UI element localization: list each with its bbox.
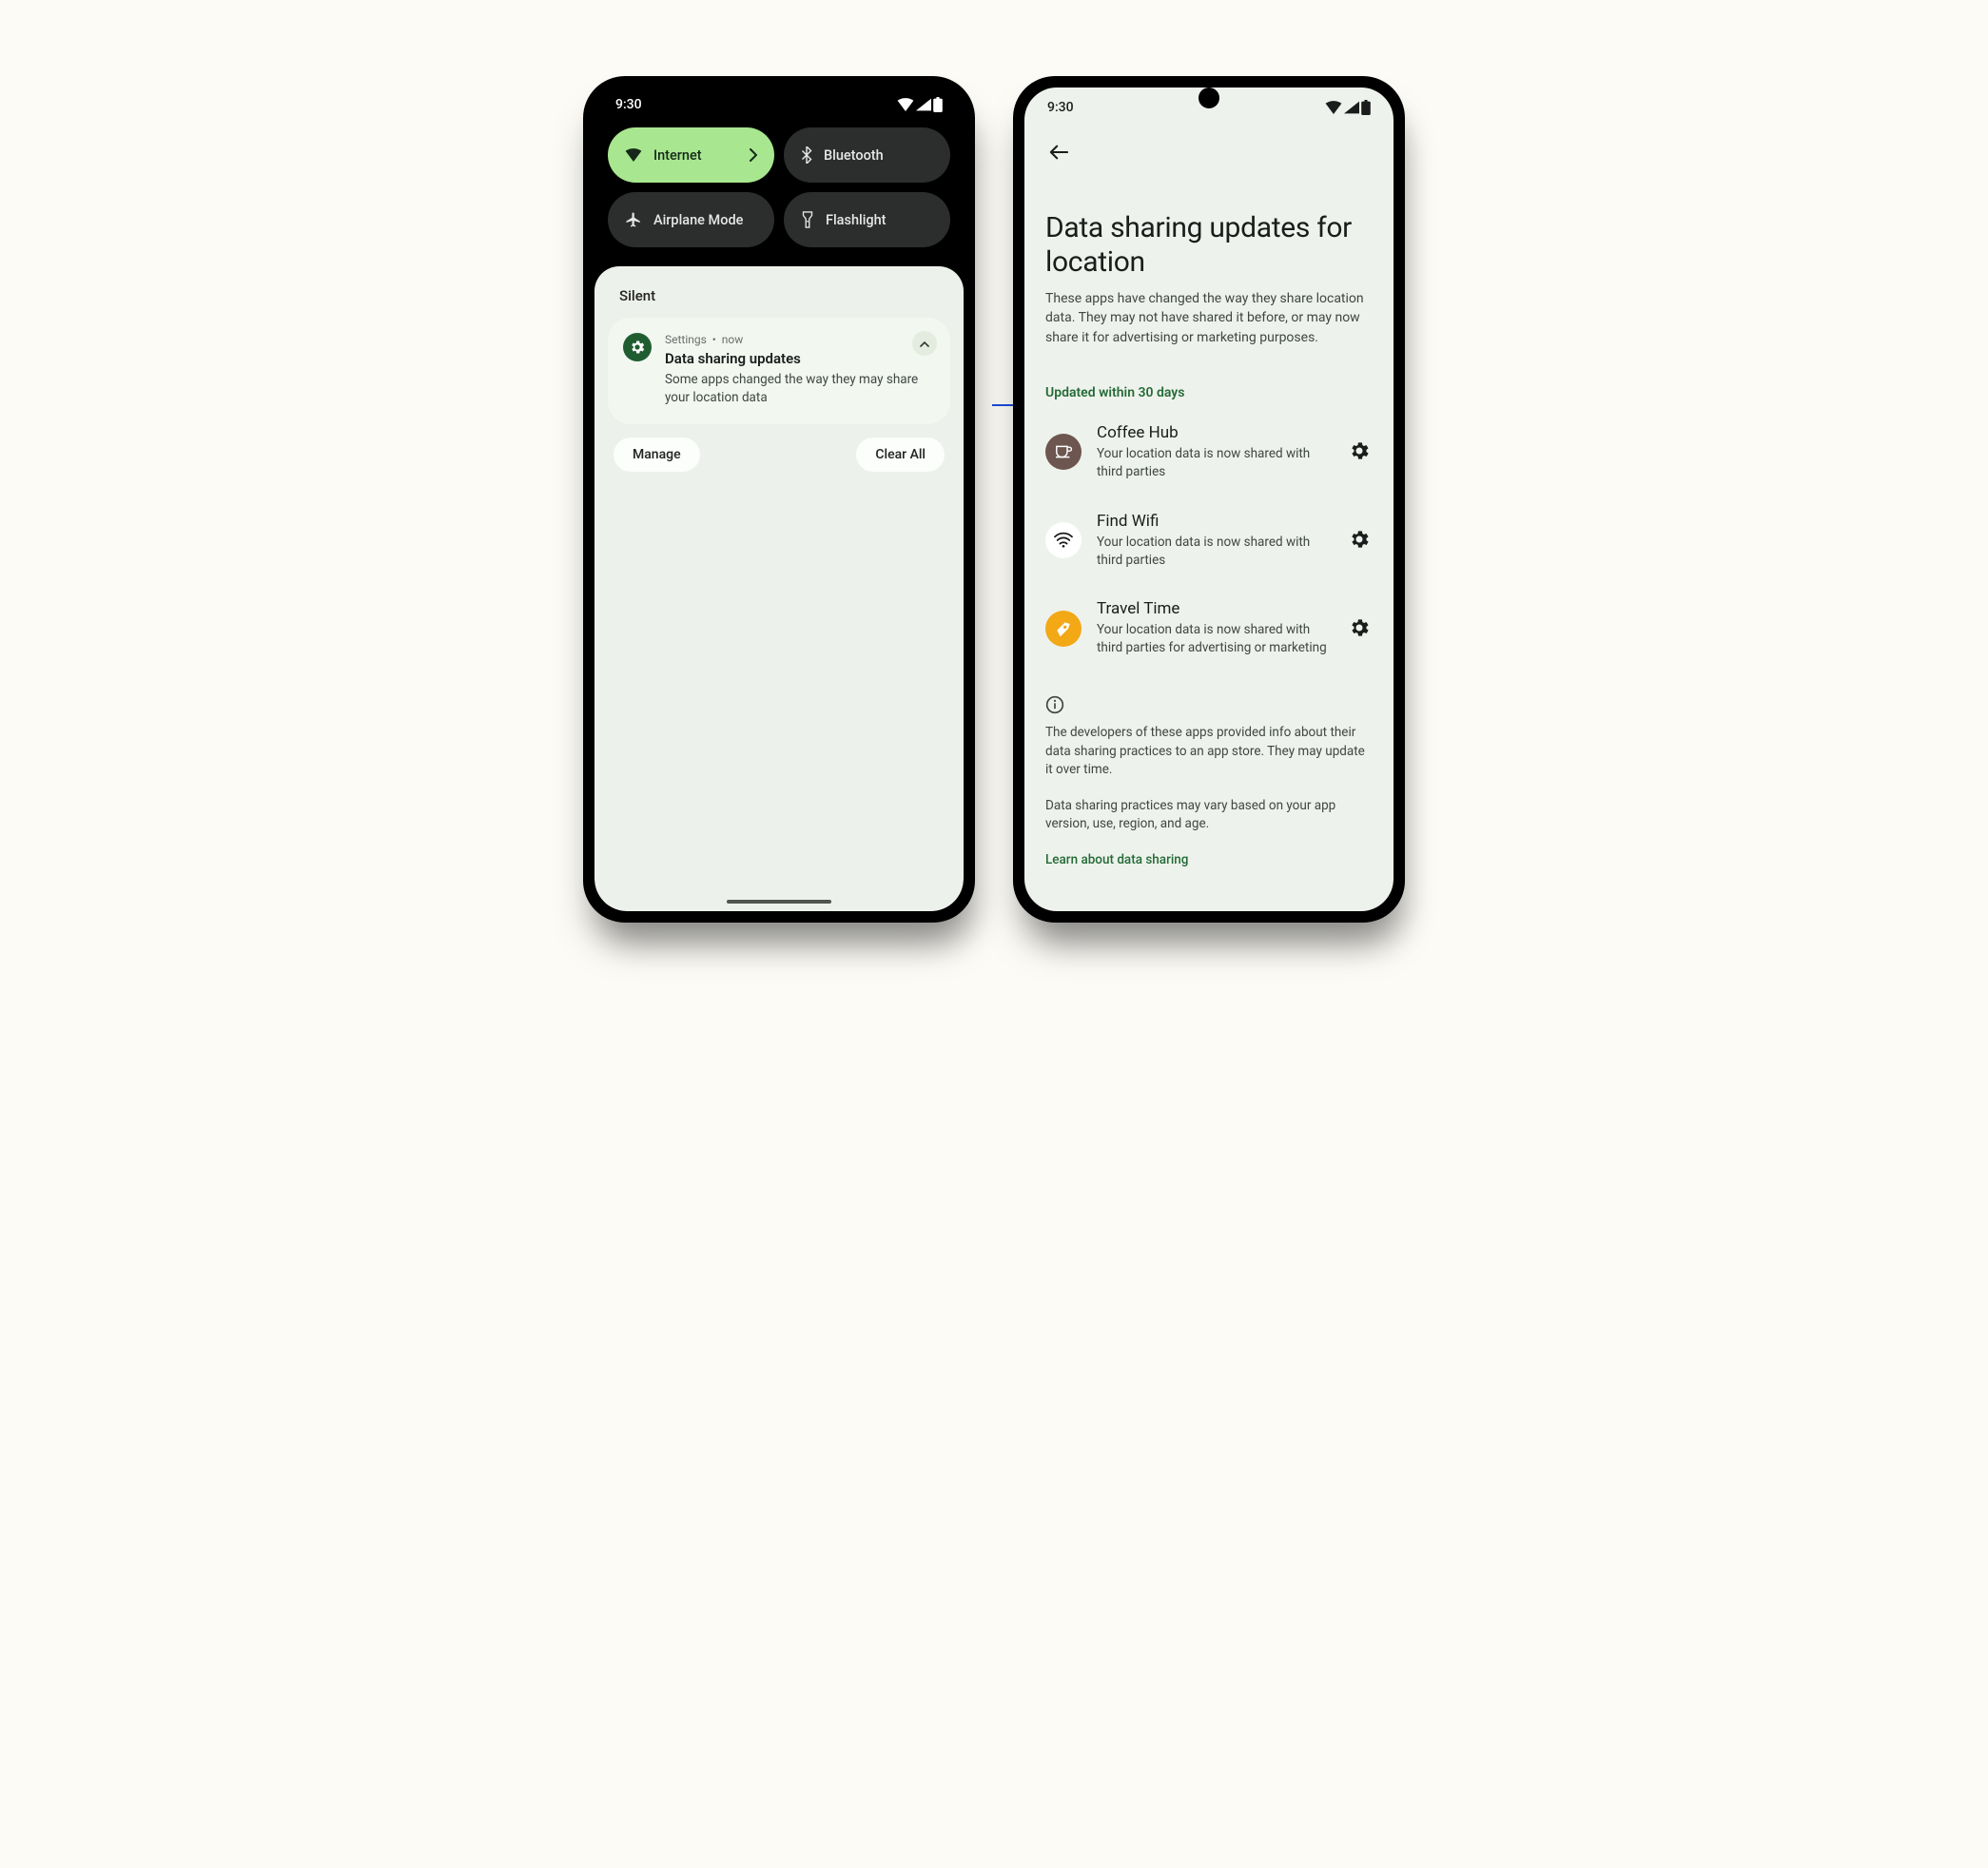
gear-icon xyxy=(1348,616,1371,639)
app-list: Coffee Hub Your location data is now sha… xyxy=(1024,408,1394,672)
signal-icon xyxy=(916,98,931,111)
home-handle[interactable] xyxy=(727,900,831,904)
phone-notification-shade: 9:30 Internet Bluetooth xyxy=(583,76,975,923)
app-name: Coffee Hub xyxy=(1097,423,1333,442)
signal-icon xyxy=(1344,101,1359,114)
manage-button[interactable]: Manage xyxy=(614,438,700,472)
wifi-icon xyxy=(625,148,642,162)
app-desc: Your location data is now shared with th… xyxy=(1097,534,1333,570)
app-name: Travel Time xyxy=(1097,599,1333,618)
gear-icon xyxy=(1348,439,1371,462)
learn-link[interactable]: Learn about data sharing xyxy=(1045,851,1373,870)
status-time: 9:30 xyxy=(615,97,642,112)
battery-icon xyxy=(1361,100,1371,115)
app-row-coffee-hub[interactable]: Coffee Hub Your location data is now sha… xyxy=(1024,408,1394,496)
info-text-2: Data sharing practices may vary based on… xyxy=(1045,797,1373,834)
status-bar: 9:30 xyxy=(594,88,964,122)
back-button[interactable] xyxy=(1042,135,1076,169)
wifi-icon xyxy=(897,98,914,111)
settings-app-icon xyxy=(623,333,652,361)
battery-icon xyxy=(933,97,943,112)
notification-title: Data sharing updates xyxy=(665,350,935,367)
phone-settings-page: 9:30 Data sharing updates for location T… xyxy=(1013,76,1405,923)
bluetooth-icon xyxy=(801,146,812,164)
section-label: Updated within 30 days xyxy=(1024,359,1394,408)
chevron-right-icon xyxy=(750,148,757,162)
qs-label: Bluetooth xyxy=(824,147,884,164)
qs-tile-internet[interactable]: Internet xyxy=(608,127,774,183)
notification-panel: Silent Settings • now Data sharing updat… xyxy=(594,266,964,911)
info-section: The developers of these apps provided in… xyxy=(1024,672,1394,886)
app-settings-button[interactable] xyxy=(1348,616,1373,641)
status-icons xyxy=(1325,100,1371,115)
coffee-icon xyxy=(1045,434,1082,470)
camera-punchhole xyxy=(1199,88,1219,108)
airplane-icon xyxy=(625,211,642,228)
travel-icon xyxy=(1045,611,1082,647)
notification-card[interactable]: Settings • now Data sharing updates Some… xyxy=(608,318,950,424)
notification-meta: Settings • now xyxy=(665,333,935,346)
gear-icon xyxy=(1348,528,1371,551)
clear-all-button[interactable]: Clear All xyxy=(856,438,945,472)
notification-body: Some apps changed the way they may share… xyxy=(665,371,935,407)
section-silent: Silent xyxy=(608,287,950,318)
qs-tile-bluetooth[interactable]: Bluetooth xyxy=(784,127,950,183)
info-icon xyxy=(1045,695,1373,714)
arrow-back-icon xyxy=(1049,144,1068,161)
qs-label: Airplane Mode xyxy=(653,212,743,228)
status-icons xyxy=(897,97,943,112)
gear-icon xyxy=(629,339,646,356)
page-title: Data sharing updates for location xyxy=(1045,211,1373,280)
page-subtitle: These apps have changed the way they sha… xyxy=(1045,289,1373,347)
qs-tile-flashlight[interactable]: Flashlight xyxy=(784,192,950,247)
wifi-app-icon xyxy=(1045,522,1082,558)
status-time: 9:30 xyxy=(1047,100,1074,115)
app-name: Find Wifi xyxy=(1097,512,1333,531)
app-desc: Your location data is now shared with th… xyxy=(1097,621,1333,657)
app-desc: Your location data is now shared with th… xyxy=(1097,445,1333,481)
info-text-1: The developers of these apps provided in… xyxy=(1045,724,1373,780)
qs-tile-airplane[interactable]: Airplane Mode xyxy=(608,192,774,247)
app-row-travel-time[interactable]: Travel Time Your location data is now sh… xyxy=(1024,584,1394,672)
flashlight-icon xyxy=(801,211,814,228)
chevron-up-icon xyxy=(920,341,929,347)
collapse-button[interactable] xyxy=(912,331,937,356)
qs-label: Internet xyxy=(653,147,702,164)
app-settings-button[interactable] xyxy=(1348,439,1373,464)
qs-label: Flashlight xyxy=(826,212,887,228)
wifi-icon xyxy=(1325,101,1342,114)
app-settings-button[interactable] xyxy=(1348,528,1373,553)
quick-settings: Internet Bluetooth Airplane Mode Flashli… xyxy=(594,122,964,261)
app-row-find-wifi[interactable]: Find Wifi Your location data is now shar… xyxy=(1024,496,1394,585)
